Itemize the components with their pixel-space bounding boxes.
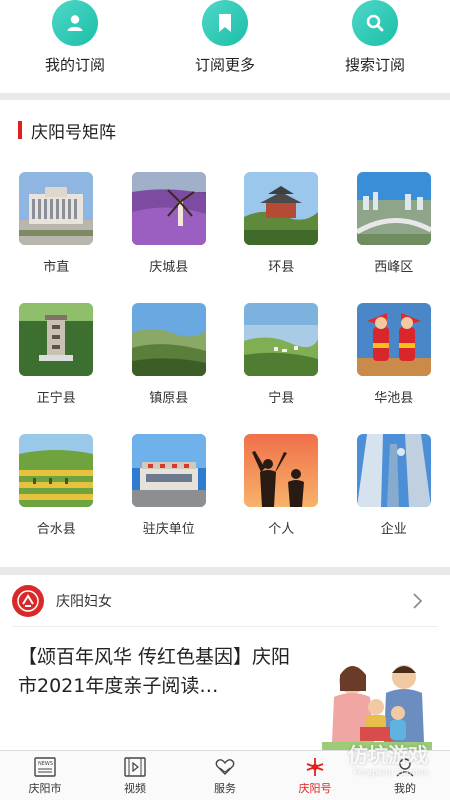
matrix-item-zhuqing[interactable]: 驻庆单位 xyxy=(113,434,226,537)
matrix-item-label: 镇原县 xyxy=(149,391,189,406)
matrix-item-label: 庆城县 xyxy=(149,260,189,275)
matrix-header: 庆阳号矩阵 xyxy=(0,100,450,160)
matrix-item-label: 企业 xyxy=(380,522,407,537)
tab-qingyang-city[interactable]: NEWS 庆阳市 xyxy=(0,751,90,800)
womens-federation-logo-icon xyxy=(12,584,44,617)
chevron-right-icon[interactable] xyxy=(408,592,426,610)
matrix-item-huanxian[interactable]: 环县 xyxy=(225,172,338,275)
app-page: 我的订阅 订阅更多 搜索订阅 庆阳号矩阵 市直 庆城县 环县 西峰区 正宁县 镇… xyxy=(0,0,450,800)
article-title: 【颂百年风华 传红色基因】庆阳市2021年度亲子阅读… xyxy=(18,646,291,697)
shizhi-image xyxy=(19,172,94,245)
matrix-item-label: 华池县 xyxy=(374,391,414,406)
huanxian-image xyxy=(244,172,319,245)
matrix-item-label: 个人 xyxy=(268,522,295,537)
ningxian-image xyxy=(244,303,319,376)
quick-actions: 我的订阅 订阅更多 搜索订阅 xyxy=(0,0,450,93)
news-source-header[interactable]: 庆阳妇女 xyxy=(12,575,438,627)
watermark-sub: Fengwan Games xyxy=(353,768,428,778)
search-icon xyxy=(352,0,398,46)
tab-label: 服务 xyxy=(214,781,236,795)
matrix-item-zhengning[interactable]: 正宁县 xyxy=(0,303,113,406)
xifeng-image xyxy=(356,172,431,245)
matrix-item-label: 正宁县 xyxy=(36,391,76,406)
matrix-grid: 市直 庆城县 环县 西峰区 正宁县 镇原县 宁县 华池县 合水县 驻庆单位 个人… xyxy=(0,160,450,537)
heart-hands-icon xyxy=(215,758,235,775)
qiye-image xyxy=(356,434,431,507)
zhengning-image xyxy=(19,303,94,376)
matrix-item-label: 环县 xyxy=(268,260,295,275)
matrix-item-xifeng[interactable]: 西峰区 xyxy=(338,172,450,275)
zhuqing-image xyxy=(131,434,206,507)
divider xyxy=(0,93,450,100)
heshui-image xyxy=(19,434,94,507)
my-subscriptions-button[interactable]: 我的订阅 xyxy=(15,0,135,75)
matrix-item-qiye[interactable]: 企业 xyxy=(338,434,450,537)
tab-service[interactable]: 服务 xyxy=(180,751,270,800)
my-subscriptions-label: 我的订阅 xyxy=(44,56,105,74)
zhenyuan-image xyxy=(131,303,206,376)
subscribe-more-button[interactable]: 订阅更多 xyxy=(165,0,285,75)
matrix-item-label: 合水县 xyxy=(36,522,76,537)
video-icon xyxy=(124,756,146,777)
geren-image xyxy=(244,434,319,507)
matrix-item-label: 西峰区 xyxy=(374,260,414,275)
matrix-item-label: 宁县 xyxy=(268,391,295,406)
matrix-item-geren[interactable]: 个人 xyxy=(225,434,338,537)
matrix-item-qingcheng[interactable]: 庆城县 xyxy=(113,172,226,275)
tab-qingyang-hao[interactable]: 庆阳号 xyxy=(270,751,360,800)
tab-label: 庆阳号 xyxy=(298,781,332,795)
matrix-item-label: 驻庆单位 xyxy=(142,522,195,537)
matrix-item-label: 市直 xyxy=(43,260,70,275)
matrix-title: 庆阳号矩阵 xyxy=(31,122,116,143)
svg-text:NEWS: NEWS xyxy=(38,761,53,767)
qingyang-logo-icon xyxy=(306,757,324,776)
news-article-card[interactable]: 【颂百年风华 传红色基因】庆阳市2021年度亲子阅读… xyxy=(0,627,450,757)
huachi-image xyxy=(356,303,431,376)
search-subscriptions-label: 搜索订阅 xyxy=(344,56,405,74)
search-subscriptions-button[interactable]: 搜索订阅 xyxy=(315,0,435,75)
qingcheng-image xyxy=(131,172,206,245)
news-source-name: 庆阳妇女 xyxy=(56,593,112,610)
watermark: 仿坑游戏 Fengwan Games xyxy=(348,739,428,778)
tab-video[interactable]: 视频 xyxy=(90,751,180,800)
watermark-main: 仿坑游戏 xyxy=(348,743,428,767)
tab-label: 庆阳市 xyxy=(28,781,62,795)
tab-label: 我的 xyxy=(394,781,416,795)
divider xyxy=(0,567,450,575)
bookmark-icon xyxy=(202,0,248,46)
subscribe-more-label: 订阅更多 xyxy=(194,56,255,74)
tab-label: 视频 xyxy=(124,781,146,795)
user-icon xyxy=(52,0,98,46)
news-icon: NEWS xyxy=(34,756,56,777)
matrix-item-ningxian[interactable]: 宁县 xyxy=(225,303,338,406)
matrix-item-heshui[interactable]: 合水县 xyxy=(0,434,113,537)
section-marker xyxy=(18,121,22,139)
matrix-item-zhenyuan[interactable]: 镇原县 xyxy=(113,303,226,406)
matrix-item-shizhi[interactable]: 市直 xyxy=(0,172,113,275)
matrix-item-huachi[interactable]: 华池县 xyxy=(338,303,450,406)
